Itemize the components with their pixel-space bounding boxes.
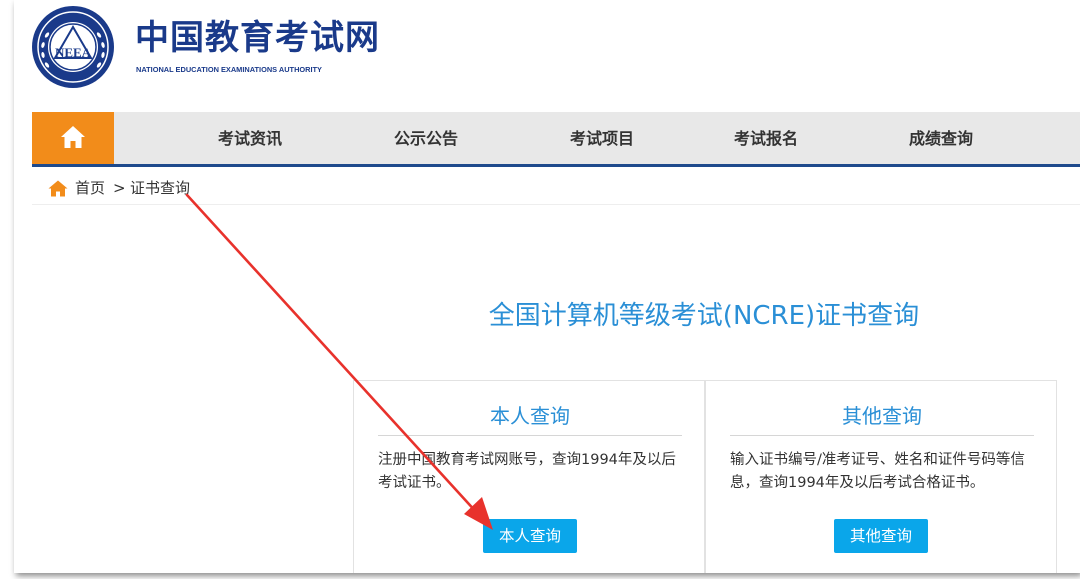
breadcrumb-separator: > <box>113 179 126 197</box>
home-icon <box>61 126 85 148</box>
page-frame: NEEA 中国教育考试网 NATIONAL EDUCATION EXAMINAT… <box>14 0 1080 573</box>
breadcrumb-divider <box>32 204 1080 205</box>
self-query-description: 注册中国教育考试网账号，查询1994年及以后考试证书。 <box>378 452 676 491</box>
nav-item-announcements[interactable]: 公示公告 <box>394 112 458 164</box>
breadcrumb-home-icon <box>48 180 68 197</box>
nav-item-score-query[interactable]: 成绩查询 <box>909 112 973 164</box>
site-subtitle: NATIONAL EDUCATION EXAMINATIONS AUTHORIT… <box>136 65 322 74</box>
nav-item-exam-projects[interactable]: 考试项目 <box>570 112 634 164</box>
other-query-title: 其他查询 <box>842 404 922 428</box>
site-name[interactable]: 中国教育考试网 <box>135 19 380 57</box>
card-divider <box>378 435 682 436</box>
other-query-description: 输入证书编号/准考证号、姓名和证件号码等信息，查询1994年及以后考试合格证书。 <box>730 452 1025 491</box>
logo-text: NEEA <box>55 45 92 60</box>
card-divider <box>730 435 1034 436</box>
nav-home-button[interactable] <box>32 112 114 164</box>
self-query-title: 本人查询 <box>490 404 570 428</box>
self-query-card: 本人查询 注册中国教育考试网账号，查询1994年及以后考试证书。 本人查询 <box>353 380 705 573</box>
site-header[interactable]: NEEA 中国教育考试网 NATIONAL EDUCATION EXAMINAT… <box>31 5 391 91</box>
nav-item-exam-news[interactable]: 考试资讯 <box>218 112 282 164</box>
main-nav: 考试资讯 公示公告 考试项目 考试报名 成绩查询 <box>32 112 1080 167</box>
breadcrumb-current: 证书查询 <box>130 179 191 197</box>
page-title: 全国计算机等级考试(NCRE)证书查询 <box>488 301 920 331</box>
nav-item-exam-registration[interactable]: 考试报名 <box>734 112 798 164</box>
neea-logo-icon: NEEA <box>32 6 114 88</box>
breadcrumb-home-link[interactable]: 首页 <box>75 178 105 198</box>
other-query-card: 其他查询 输入证书编号/准考证号、姓名和证件号码等信息，查询1994年及以后考试… <box>705 380 1057 573</box>
other-query-button[interactable]: 其他查询 <box>834 519 928 553</box>
self-query-button[interactable]: 本人查询 <box>483 519 577 553</box>
